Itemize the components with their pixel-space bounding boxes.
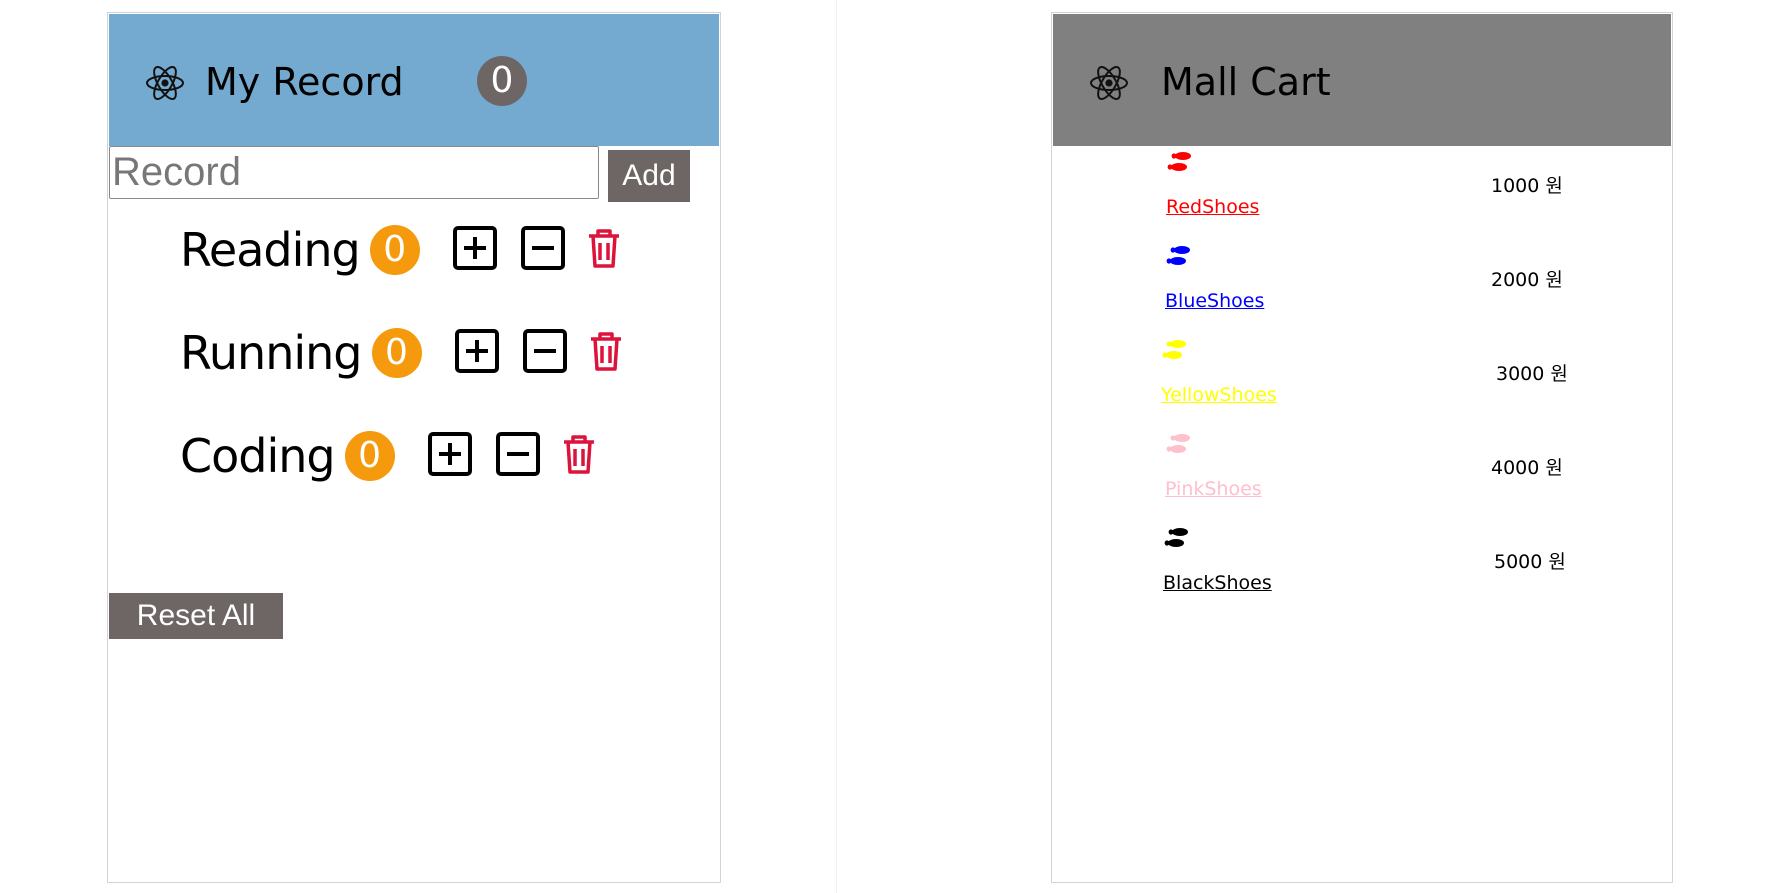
shoe-link[interactable]: PinkShoes bbox=[1165, 478, 1262, 500]
shoe-price: 4000 원 bbox=[1491, 457, 1563, 479]
record-item-name: Reading bbox=[180, 223, 361, 277]
shoe-link[interactable]: BlackShoes bbox=[1163, 572, 1272, 594]
record-count-badge: 0 bbox=[344, 431, 395, 481]
shoe-prints-icon bbox=[1162, 340, 1186, 359]
shoe-price: 5000 원 bbox=[1494, 551, 1566, 573]
record-item: Reading 0 bbox=[180, 218, 622, 282]
minus-square-icon[interactable] bbox=[520, 225, 566, 275]
shoe-price: 3000 원 bbox=[1496, 363, 1568, 385]
add-button[interactable]: Add bbox=[608, 150, 690, 202]
record-header: My Record 0 bbox=[109, 14, 719, 146]
shoe-price: 1000 원 bbox=[1491, 175, 1563, 197]
record-count-badge: 0 bbox=[369, 225, 420, 275]
shoe-link[interactable]: RedShoes bbox=[1166, 196, 1259, 218]
shoe-prints-icon bbox=[1167, 152, 1191, 171]
record-item-name: Running bbox=[180, 326, 362, 380]
record-item: Running 0 bbox=[180, 321, 624, 385]
plus-square-icon[interactable] bbox=[452, 225, 498, 275]
trash-icon[interactable] bbox=[588, 330, 624, 376]
react-logo-icon bbox=[1090, 66, 1128, 100]
record-input[interactable] bbox=[109, 146, 599, 199]
panel-divider bbox=[836, 0, 837, 893]
shoe-prints-icon bbox=[1166, 246, 1190, 265]
shoe-prints-icon bbox=[1166, 434, 1190, 453]
record-count-badge: 0 bbox=[371, 328, 422, 378]
plus-square-icon[interactable] bbox=[427, 431, 473, 481]
shoe-price: 2000 원 bbox=[1491, 269, 1563, 291]
reset-all-button[interactable]: Reset All bbox=[109, 593, 283, 639]
record-item: Coding 0 bbox=[180, 424, 597, 488]
react-logo-icon bbox=[146, 66, 184, 100]
page-title: My Record bbox=[205, 60, 404, 104]
shoe-link[interactable]: BlueShoes bbox=[1165, 290, 1264, 312]
trash-icon[interactable] bbox=[561, 433, 597, 479]
minus-square-icon[interactable] bbox=[522, 328, 568, 378]
cart-title: Mall Cart bbox=[1161, 60, 1331, 104]
cart-header: Mall Cart bbox=[1053, 14, 1671, 146]
record-item-name: Coding bbox=[180, 429, 336, 483]
shoe-link[interactable]: YellowShoes bbox=[1161, 384, 1277, 406]
cart-panel: Mall Cart RedShoes 1000 원 BlueShoes 2000… bbox=[1051, 12, 1673, 883]
record-panel: My Record 0 Add Reading 0 Running 0 Co bbox=[107, 12, 721, 883]
minus-square-icon[interactable] bbox=[495, 431, 541, 481]
shoe-prints-icon bbox=[1164, 528, 1188, 547]
total-count-badge: 0 bbox=[477, 56, 527, 106]
trash-icon[interactable] bbox=[586, 227, 622, 273]
plus-square-icon[interactable] bbox=[454, 328, 500, 378]
